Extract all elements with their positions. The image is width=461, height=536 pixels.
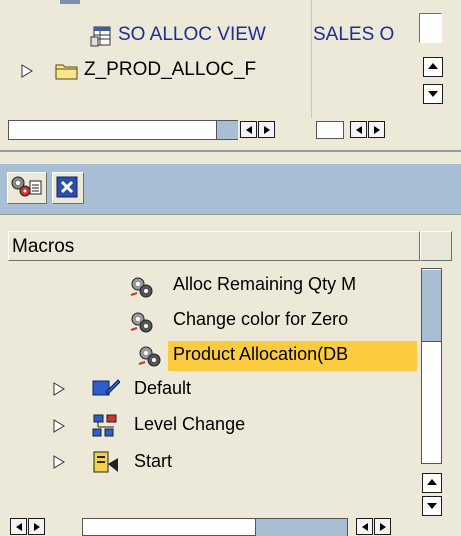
horizontal-scroll-bar-left[interactable] [8,120,238,140]
macro-item-label[interactable]: Change color for Zero [173,309,417,330]
top-tree-panel: SO ALLOC VIEW SALES O Z_PROD_ALLOC_F [0,0,461,118]
macro-item-label[interactable]: Alloc Remaining Qty M [173,274,417,295]
folder-label[interactable]: Level Change [134,414,245,435]
expand-triangle-icon[interactable] [20,63,34,79]
level-change-icon [92,414,120,443]
expand-triangle-icon[interactable] [52,381,66,397]
row-remnant [60,0,80,4]
splitter[interactable] [0,150,461,152]
scroll-thumb[interactable] [216,121,238,139]
macro-settings-button[interactable] [7,172,47,204]
expand-triangle-icon[interactable] [52,418,66,434]
scroll-down-button[interactable] [423,84,443,104]
macro-gear-icon [129,275,155,304]
gear-list-icon [11,176,42,197]
horizontal-scroll-bar-right[interactable] [316,121,344,139]
view-table-icon [90,25,112,52]
scroll-left-button[interactable] [240,121,257,138]
macro-item-label-selected[interactable]: Product Allocation(DB [173,344,417,365]
scroll-right-button[interactable] [258,121,275,138]
macros-header-label: Macros [12,236,75,257]
macros-panel [0,214,461,536]
header-right-spacer [420,231,452,261]
column-divider [311,0,312,118]
scroll-right-button[interactable] [28,518,45,535]
folder-label[interactable]: Default [134,378,191,399]
scroll-up-button[interactable] [422,473,442,493]
vertical-scroll-thumb[interactable] [422,270,441,342]
scroll-right-button-2[interactable] [374,518,391,535]
scroll-left-button-2[interactable] [350,121,367,138]
panel-top-line [0,214,461,220]
expand-triangle-icon[interactable] [52,454,66,470]
scroll-up-button[interactable] [423,57,443,77]
so-alloc-view-label[interactable]: SO ALLOC VIEW [118,24,310,46]
scroll-left-button-2[interactable] [356,518,373,535]
default-folder-icon [92,378,121,403]
close-button[interactable] [52,172,84,204]
horizontal-scroll-thumb[interactable] [255,519,347,536]
macro-gear-icon [137,344,163,373]
macro-gear-icon [129,310,155,339]
scroll-left-button[interactable] [10,518,27,535]
folder-label[interactable]: Start [134,451,172,472]
scroll-down-button[interactable] [422,496,442,516]
folder-icon [55,61,79,86]
close-icon [56,176,78,198]
sales-column-cell: SALES O [313,24,395,45]
z-prod-alloc-label[interactable]: Z_PROD_ALLOC_F [84,59,309,81]
cell-box [419,13,442,43]
macros-column-header[interactable]: Macros [8,231,420,261]
start-icon [92,450,120,479]
scroll-right-button-2[interactable] [368,121,385,138]
